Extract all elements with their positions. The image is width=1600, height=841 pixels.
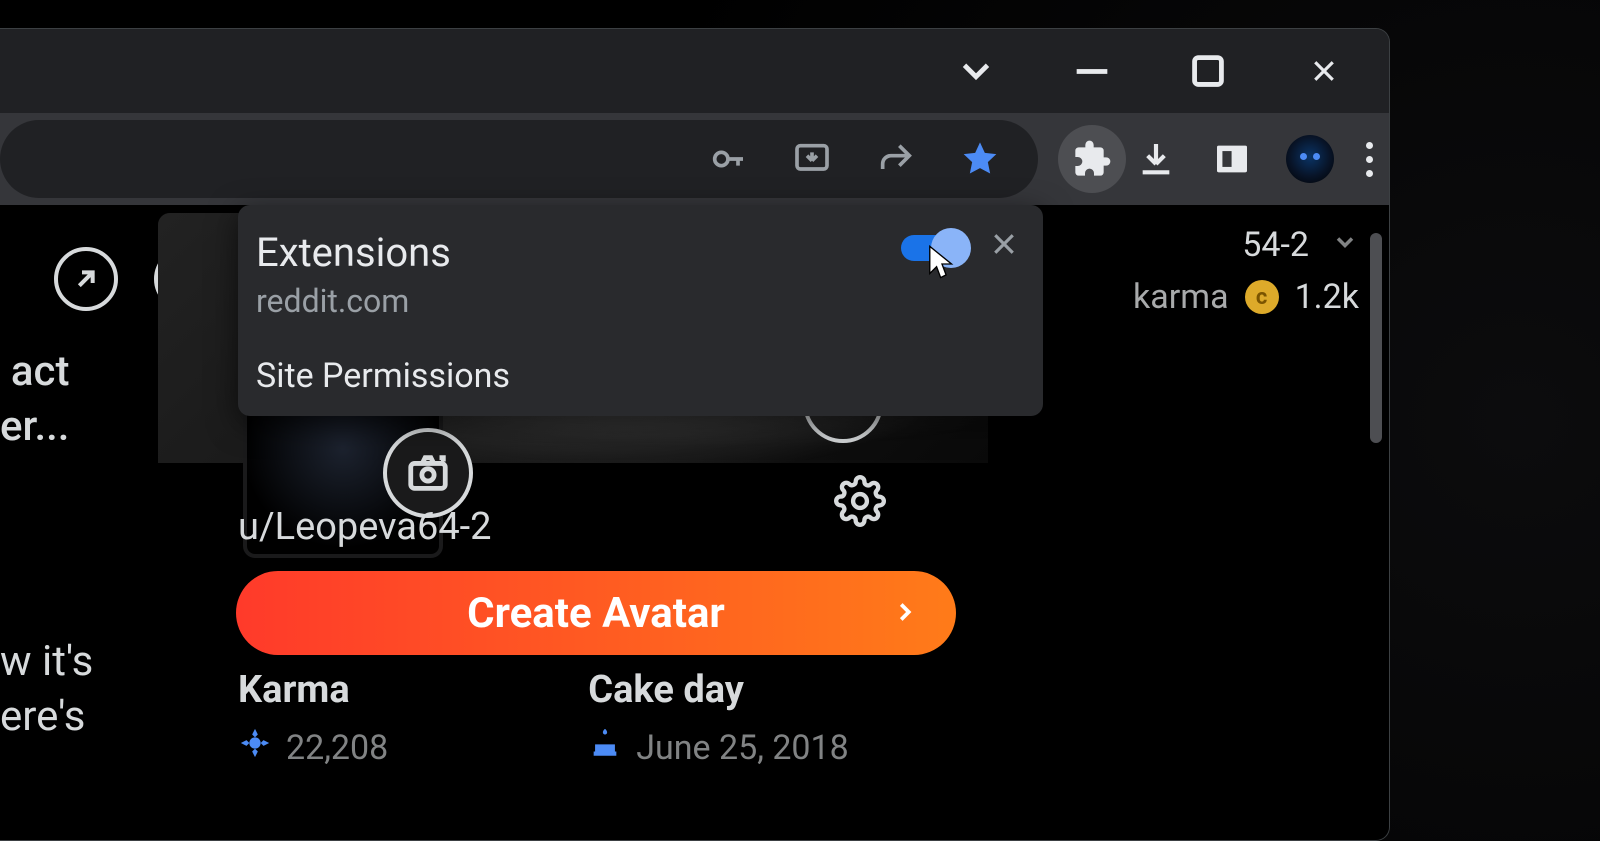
tab-search-button[interactable]	[953, 48, 999, 94]
menu-button[interactable]	[1366, 142, 1373, 177]
install-icon[interactable]	[790, 137, 834, 181]
cakeday-stat: Cake day June 25, 2018	[588, 668, 849, 769]
profile-settings-icon[interactable]	[832, 473, 888, 529]
karma-row: karma c 1.2k	[989, 277, 1359, 317]
share-icon[interactable]	[874, 137, 918, 181]
close-window-button[interactable]	[1301, 48, 1347, 94]
open-link-icon[interactable]	[54, 247, 118, 311]
profile-avatar-button[interactable]	[1286, 135, 1334, 183]
browser-window: act er... w it's ere's	[0, 28, 1390, 841]
minimize-button[interactable]	[1069, 48, 1115, 94]
cakeday-value: June 25, 2018	[636, 728, 849, 768]
profile-username: u/Leopeva64-2	[238, 505, 492, 549]
download-icon[interactable]	[1134, 137, 1178, 181]
key-icon[interactable]	[706, 137, 750, 181]
karma-value: 22,208	[286, 728, 388, 768]
karma-word: karma	[1133, 277, 1229, 317]
window-titlebar	[0, 29, 1389, 113]
profile-stats: Karma 22,208 Cake day June 25, 20	[238, 668, 849, 769]
coin-icon: c	[1245, 280, 1279, 314]
site-permissions-row[interactable]: Site Permissions	[256, 356, 1019, 396]
popup-site: reddit.com	[256, 282, 451, 320]
extensions-popup: Extensions reddit.com Site Permissions	[238, 205, 1043, 416]
karma-stat: Karma 22,208	[238, 668, 388, 769]
create-avatar-button[interactable]: Create Avatar	[236, 571, 956, 655]
cake-icon	[588, 726, 622, 769]
create-avatar-label: Create Avatar	[467, 589, 725, 638]
browser-toolbar	[0, 113, 1389, 205]
left-cropped-text-2: w it's ere's	[0, 635, 93, 744]
user-name-suffix: 54-2	[1242, 225, 1309, 265]
side-panel-icon[interactable]	[1210, 137, 1254, 181]
address-bar[interactable]	[0, 120, 1038, 198]
cakeday-label: Cake day	[588, 668, 849, 712]
user-row[interactable]: 54-2	[989, 225, 1359, 265]
karma-label: Karma	[238, 668, 388, 712]
popup-title: Extensions	[256, 229, 451, 276]
maximize-button[interactable]	[1185, 48, 1231, 94]
bookmark-star-icon[interactable]	[958, 137, 1002, 181]
close-popup-button[interactable]	[989, 229, 1019, 267]
chevron-down-icon	[1331, 225, 1359, 265]
right-panel: 54-2 karma c 1.2k	[989, 205, 1359, 840]
mouse-cursor	[928, 245, 956, 287]
chevron-right-icon	[890, 589, 920, 638]
coin-value: 1.2k	[1295, 277, 1359, 317]
left-cropped-text: act er...	[0, 345, 69, 454]
toolbar-right-icons	[1134, 135, 1373, 183]
karma-icon	[238, 726, 272, 769]
scrollbar[interactable]	[1370, 233, 1382, 443]
extensions-button[interactable]	[1058, 125, 1126, 193]
